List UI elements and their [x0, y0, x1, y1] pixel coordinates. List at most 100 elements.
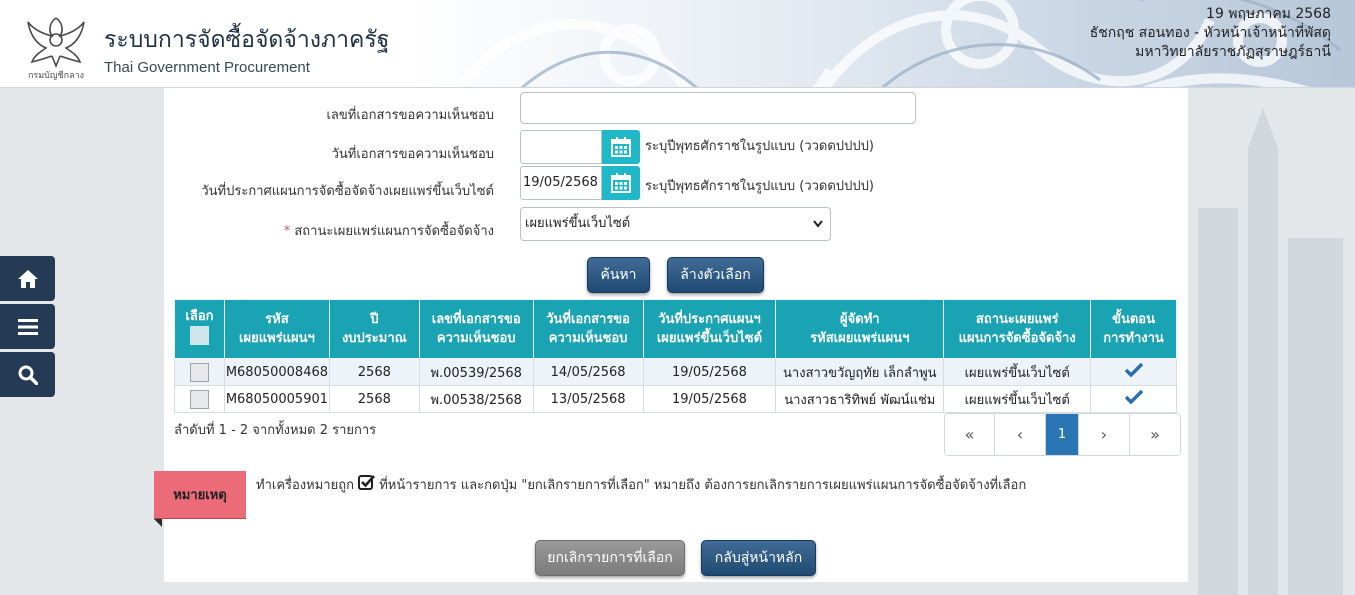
- cell-status: เผยแพร่ขึ้นเว็บไซต์: [943, 358, 1092, 386]
- header-text: รหัส: [265, 312, 289, 327]
- check-icon[interactable]: [1124, 362, 1143, 378]
- header-text: ความเห็นชอบ: [548, 331, 628, 346]
- cell-doc-no: พ.00538/2568: [418, 385, 534, 413]
- col-select: เลือก: [174, 299, 225, 359]
- cell-doc-date: 14/05/2568: [532, 358, 644, 386]
- calendar-icon: [611, 173, 631, 193]
- cell-publish-date: 19/05/2568: [642, 358, 777, 386]
- header-text: สถานะเผยแพร่: [975, 312, 1059, 327]
- col-status: สถานะเผยแพร่แผนการจัดซื้อจัดจ้าง: [943, 299, 1092, 359]
- status-label: * สถานะเผยแพร่แผนการจัดซื้อจัดจ้าง: [164, 220, 494, 241]
- row-select-cell: [174, 358, 225, 386]
- back-home-button[interactable]: กลับสู่หน้าหลัก: [701, 540, 816, 576]
- cancel-selected-button[interactable]: ยกเลิกรายการที่เลือก: [535, 540, 685, 576]
- menu-icon: [17, 318, 38, 335]
- cell-code: M68050008468: [223, 358, 330, 386]
- user-name-role[interactable]: ธัชกฤช สอนทอง - หัวหน้าเจ้าหน้าที่พัสดุ: [1090, 24, 1331, 43]
- cell-year: 2568: [328, 358, 420, 386]
- pager-last[interactable]: »: [1130, 414, 1180, 455]
- current-date: 19 พฤษภาคม 2568: [1206, 6, 1331, 22]
- select-all-checkbox[interactable]: [189, 326, 209, 345]
- header-text: ผู้จัดทำ: [840, 312, 880, 327]
- table-row: M68050005901 2568 พ.00538/2568 13/05/256…: [174, 385, 1177, 413]
- publish-date-label: วันที่ประกาศแผนการจัดซื้อจัดจ้างเผยแพร่ข…: [201, 184, 494, 199]
- cell-creator: นางสาวขวัญฤทัย เล็กลำพูน: [775, 358, 945, 386]
- col-year: ปีงบประมาณ: [328, 299, 420, 359]
- col-code: รหัสเผยแพร่แผนฯ: [223, 299, 330, 359]
- col-doc-date: วันที่เอกสารขอความเห็นชอบ: [532, 299, 644, 359]
- cell-workflow: [1090, 385, 1177, 413]
- col-publish-date: วันที่ประกาศแผนฯ เผยแพร่ขึ้นเว็บไซต์: [642, 299, 777, 359]
- note-text: ทำเครื่องหมายถูก ที่หน้ารายการ และกดปุ่ม…: [256, 474, 1026, 495]
- row-select-cell: [174, 385, 225, 413]
- pagination: « ‹ 1 › »: [944, 413, 1181, 456]
- cell-workflow: [1090, 358, 1177, 386]
- header-text: แผนการจัดซื้อจัดจ้าง: [958, 331, 1076, 346]
- header-text: เผยแพร่ขึ้นเว็บไซต์: [656, 331, 763, 346]
- pager-first[interactable]: «: [945, 414, 995, 455]
- home-button[interactable]: [0, 256, 55, 301]
- note-tag-fold: [154, 519, 162, 527]
- calendar-icon: [611, 137, 631, 157]
- search-button[interactable]: [0, 352, 55, 397]
- home-icon: [17, 269, 38, 288]
- note-text-after: ที่หน้ารายการ และกดปุ่ม "ยกเลิกรายการที่…: [379, 478, 1027, 493]
- header-text: ความเห็นชอบ: [436, 331, 516, 346]
- cell-year: 2568: [328, 385, 420, 413]
- system-title-en: Thai Government Procurement: [104, 59, 310, 76]
- doc-no-label: เลขที่เอกสารขอความเห็นชอบ: [326, 108, 494, 123]
- status-label-text: สถานะเผยแพร่แผนการจัดซื้อจัดจ้าง: [294, 224, 494, 239]
- header-text: วันที่เอกสารขอ: [546, 312, 630, 327]
- cell-doc-no: พ.00539/2568: [418, 358, 534, 386]
- organization-name: มหาวิทยาลัยราชภัฏสุราษฎร์ธานี: [1135, 44, 1331, 60]
- chevron-down-icon: [813, 220, 823, 228]
- cell-status: เผยแพร่ขึ้นเว็บไซต์: [943, 385, 1092, 413]
- cell-doc-date: 13/05/2568: [532, 385, 644, 413]
- status-select-value: เผยแพร่ขึ้นเว็บไซต์: [525, 216, 631, 231]
- required-mark: *: [283, 224, 291, 239]
- side-nav: [0, 256, 55, 400]
- table-header-row: เลือก รหัสเผยแพร่แผนฯ ปีงบประมาณ เลขที่เ…: [174, 299, 1177, 359]
- header-text: ปี: [370, 312, 379, 327]
- menu-button[interactable]: [0, 304, 55, 349]
- pager-prev[interactable]: ‹: [995, 414, 1046, 455]
- pager-next[interactable]: ›: [1079, 414, 1130, 455]
- doc-date-calendar-button[interactable]: [602, 130, 640, 164]
- table-row: M68050008468 2568 พ.00539/2568 14/05/256…: [174, 358, 1177, 386]
- header-text: ขั้นตอน: [1112, 312, 1156, 327]
- cell-publish-date: 19/05/2568: [642, 385, 777, 413]
- logo-caption: กรมบัญชีกลาง: [28, 70, 84, 81]
- header-text: การทำงาน: [1103, 331, 1164, 346]
- row-checkbox[interactable]: [189, 389, 209, 409]
- doc-date-label: วันที่เอกสารขอความเห็นชอบ: [331, 147, 494, 162]
- publish-date-input[interactable]: 19/05/2568: [520, 166, 602, 200]
- pager-current-page[interactable]: 1: [1046, 414, 1079, 455]
- row-checkbox[interactable]: [189, 362, 209, 382]
- search-submit-button[interactable]: ค้นหา: [587, 257, 650, 293]
- doc-date-input[interactable]: [520, 130, 602, 164]
- system-title-th: ระบบการจัดซื้อจัดจ้างภาครัฐ: [104, 27, 390, 53]
- publish-date-hint: ระบุปีพุทธศักราชในรูปแบบ (ววดดปปปป): [645, 179, 874, 194]
- background-silhouette: [1198, 108, 1343, 595]
- col-workflow: ขั้นตอนการทำงาน: [1090, 299, 1177, 359]
- check-icon[interactable]: [1124, 389, 1143, 405]
- publish-date-calendar-button[interactable]: [602, 166, 640, 200]
- search-icon: [18, 365, 38, 385]
- header-text: งบประมาณ: [341, 331, 407, 346]
- record-count: ลำดับที่ 1 - 2 จากทั้งหมด 2 รายการ: [174, 423, 377, 438]
- doc-no-input[interactable]: [520, 92, 916, 124]
- note-tag: หมายเหตุ: [154, 471, 246, 519]
- col-doc-no: เลขที่เอกสารขอ ความเห็นชอบ: [418, 299, 534, 359]
- results-table: เลือก รหัสเผยแพร่แผนฯ ปีงบประมาณ เลขที่เ…: [174, 299, 1177, 413]
- clear-selection-button[interactable]: ล้างตัวเลือก: [667, 257, 764, 293]
- user-info: 19 พฤษภาคม 2568 ธัชกฤช สอนทอง - หัวหน้าเ…: [1090, 5, 1331, 62]
- doc-date-hint: ระบุปีพุทธศักราชในรูปแบบ (ววดดปปปป): [645, 139, 874, 154]
- note-text-before: ทำเครื่องหมายถูก: [256, 478, 354, 493]
- header-text: เผยแพร่แผนฯ: [239, 331, 315, 346]
- main-panel: เลขที่เอกสารขอความเห็นชอบ วันที่เอกสารขอ…: [154, 88, 1188, 582]
- col-select-label: เลือก: [185, 309, 214, 324]
- checked-box-icon: [358, 475, 376, 490]
- app-header: กรมบัญชีกลาง ระบบการจัดซื้อจัดจ้างภาครัฐ…: [0, 0, 1355, 88]
- status-select[interactable]: เผยแพร่ขึ้นเว็บไซต์: [520, 207, 831, 241]
- cell-code: M68050005901: [223, 385, 330, 413]
